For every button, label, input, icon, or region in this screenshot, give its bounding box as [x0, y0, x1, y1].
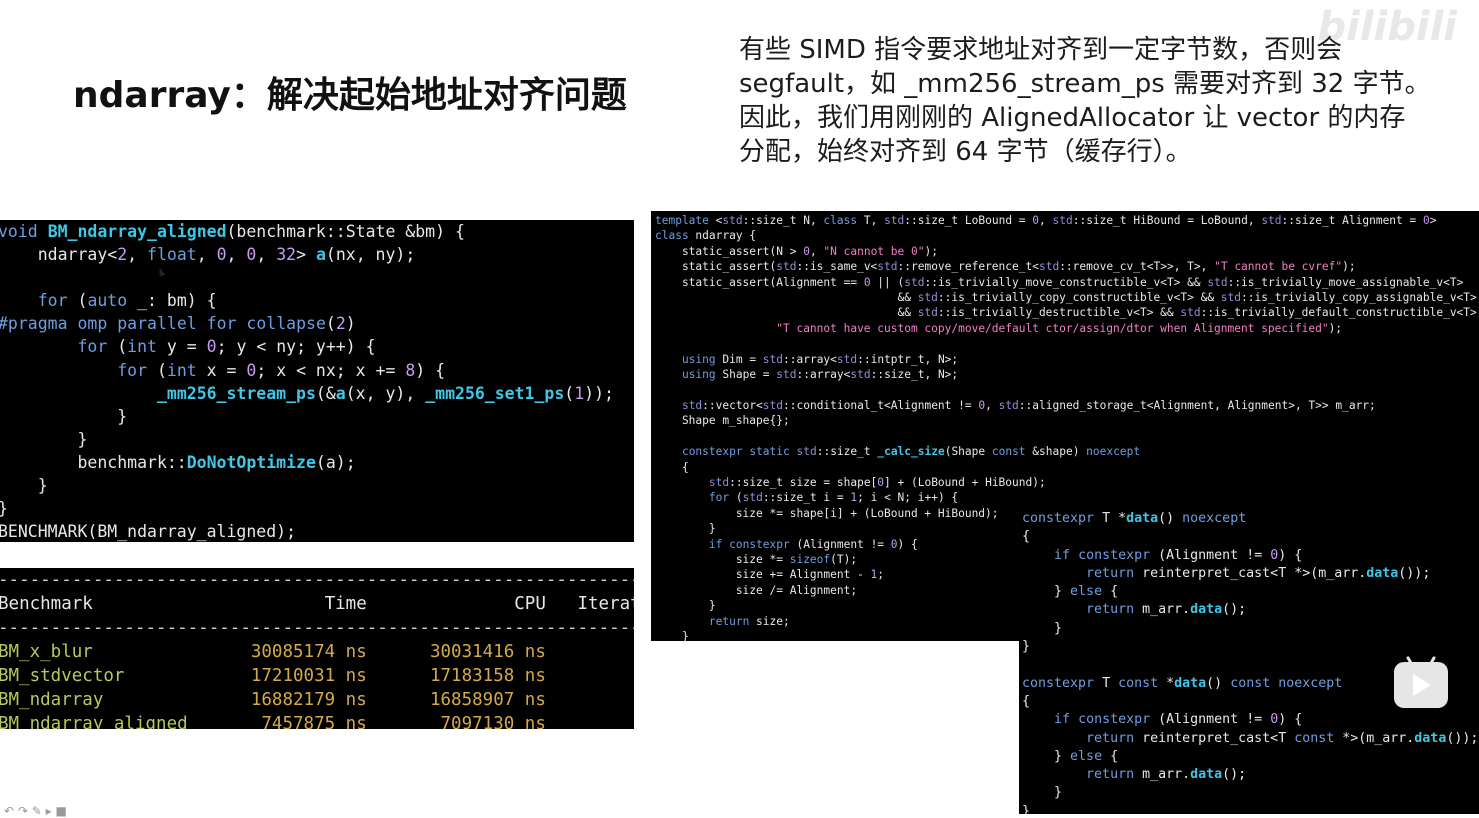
slide-description: 有些 SIMD 指令要求地址对齐到一定字节数，否则会 segfault，如 _m… — [739, 33, 1459, 169]
benchmark-results-table: ----------------------------------------… — [0, 568, 634, 729]
description-line: 分配，始终对齐到 64 字节（缓存行）。 — [739, 137, 1192, 167]
description-line: 因此，我们用刚刚的 AlignedAllocator 让 vector 的内存 — [739, 103, 1406, 133]
toolbar-icons: ↶ ↷ ✎ ▸ ■ — [4, 804, 67, 818]
benchmark-results-text: ----------------------------------------… — [0, 570, 634, 729]
play-icon — [1413, 674, 1431, 696]
benchmark-code-text: void BM_ndarray_aligned(benchmark::State… — [0, 222, 614, 542]
slide-title: ndarray：解决起始地址对齐问题 — [73, 75, 627, 116]
description-line: 有些 SIMD 指令要求地址对齐到一定字节数，否则会 — [739, 35, 1343, 65]
benchmark-code-block: void BM_ndarray_aligned(benchmark::State… — [0, 220, 634, 542]
description-line: segfault，如 _mm256_stream_ps 需要对齐到 32 字节。 — [739, 69, 1431, 99]
play-button[interactable] — [1394, 662, 1448, 708]
